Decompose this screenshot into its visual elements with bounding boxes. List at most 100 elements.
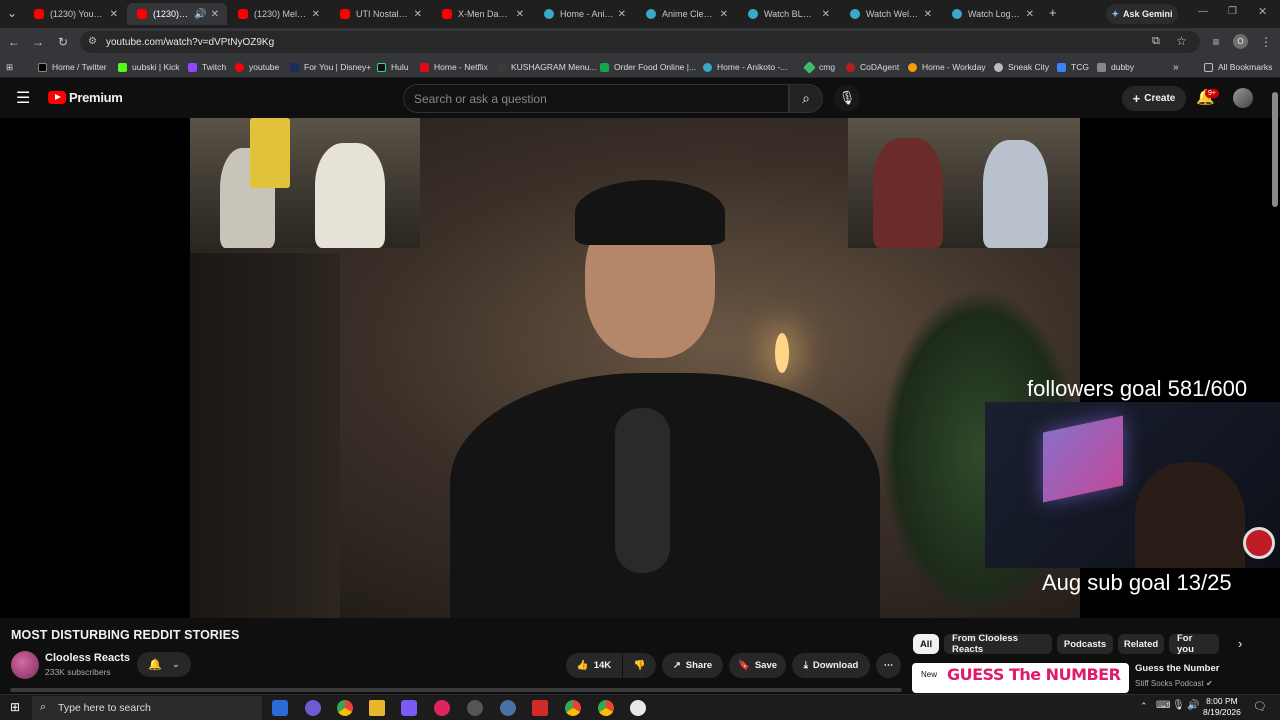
close-tab-icon[interactable]: ✕ <box>414 9 422 20</box>
volume-icon[interactable]: 🔊 <box>1187 700 1199 711</box>
browser-tab[interactable]: Anime Clevate ✕ <box>636 3 736 25</box>
chrome-icon[interactable] <box>598 700 614 716</box>
page-scrollbar[interactable] <box>1272 92 1278 207</box>
tray-chevron-icon[interactable]: ⌃ <box>1140 701 1148 712</box>
taskbar-search-input[interactable]: ⌕ Type here to search <box>32 696 262 720</box>
all-bookmarks-button[interactable]: All Bookmarks <box>1204 60 1272 74</box>
chip-for-you[interactable]: For you <box>1169 633 1219 655</box>
close-tab-icon[interactable]: ✕ <box>516 9 524 20</box>
chip-related[interactable]: Related <box>1118 634 1164 654</box>
browser-tab-active[interactable]: (1230) MOS 🔊 ✕ <box>127 3 227 25</box>
bookmark-item[interactable]: Twitch <box>188 60 226 74</box>
app-icon[interactable] <box>305 700 321 716</box>
close-tab-icon[interactable]: ✕ <box>618 9 626 20</box>
browser-tab[interactable]: Home - Anikoto ✕ <box>534 3 634 25</box>
network-icon[interactable]: ⌨ <box>1156 700 1170 711</box>
account-avatar[interactable] <box>1233 88 1253 108</box>
reload-icon[interactable]: ↻ <box>55 34 71 50</box>
recommendation-title[interactable]: Guess the Number <box>1135 663 1219 674</box>
new-tab-button[interactable]: + <box>1049 5 1057 20</box>
bookmark-item[interactable]: Order Food Online |... <box>600 60 696 74</box>
recommendation-channel[interactable]: Stiff Socks Podcast ✔ <box>1135 679 1213 688</box>
save-button[interactable]: 🔖 Save <box>729 653 786 678</box>
bookmark-item[interactable]: Home - Anikoto -... <box>703 60 787 74</box>
bookmark-item[interactable]: Sneak City <box>994 60 1049 74</box>
gamepad-icon[interactable] <box>401 700 417 716</box>
close-window-icon[interactable]: ✕ <box>1258 5 1267 18</box>
close-tab-icon[interactable]: ✕ <box>110 9 118 20</box>
menu-kebab-icon[interactable]: ⋮ <box>1258 34 1274 50</box>
bookmark-item[interactable]: Hulu <box>377 60 408 74</box>
chip-all[interactable]: All <box>913 634 939 654</box>
bookmark-item[interactable]: youtube <box>235 60 279 74</box>
bookmark-item[interactable]: uubski | Kick <box>118 60 180 74</box>
chrome-icon[interactable] <box>337 700 353 716</box>
browser-tab[interactable]: UTI Nostalgia F ✕ <box>330 3 430 25</box>
maximize-icon[interactable]: ❐ <box>1228 6 1237 17</box>
install-app-icon[interactable]: ⧉ <box>1152 35 1160 48</box>
share-button[interactable]: ↗ Share <box>662 653 723 678</box>
search-input[interactable]: Search or ask a question <box>403 84 789 113</box>
browser-tab[interactable]: Watch BLACK ✕ <box>738 3 838 25</box>
search-button[interactable]: ⌕ <box>789 84 823 113</box>
bookmark-item[interactable]: For You | Disney+ <box>290 60 371 74</box>
youtube-premium-logo[interactable]: Premium <box>48 90 123 105</box>
app-icon[interactable] <box>272 700 288 716</box>
windows-start-icon[interactable]: ⊞ <box>10 700 20 714</box>
close-tab-icon[interactable]: ✕ <box>822 9 830 20</box>
bookmark-item[interactable]: TCG <box>1057 60 1089 74</box>
chip-podcasts[interactable]: Podcasts <box>1057 634 1113 654</box>
browser-tab[interactable]: (1230) MellVer ✕ <box>228 3 328 25</box>
chips-next-icon[interactable]: › <box>1238 636 1242 651</box>
audio-icon[interactable]: 🔊 <box>194 9 206 20</box>
more-actions-button[interactable]: ⋯ <box>876 653 901 678</box>
download-button[interactable]: ⤓ Download <box>792 653 870 678</box>
mic-tray-icon[interactable]: 🎙 <box>1172 700 1185 711</box>
video-player[interactable]: followers goal 581/600 Aug sub goal 13/2… <box>0 118 1280 618</box>
browser-tab[interactable]: X-Men Days of ✕ <box>432 3 532 25</box>
minimize-icon[interactable]: — <box>1198 6 1208 17</box>
close-tab-icon[interactable]: ✕ <box>211 9 219 20</box>
close-tab-icon[interactable]: ✕ <box>312 9 320 20</box>
bookmark-star-icon[interactable]: ☆ <box>1176 34 1187 48</box>
bookmark-item[interactable]: dubby <box>1097 60 1134 74</box>
close-tab-icon[interactable]: ✕ <box>720 9 728 20</box>
profile-avatar[interactable]: O <box>1233 34 1248 49</box>
chip-from-channel[interactable]: From Clooless Reacts <box>944 633 1052 655</box>
channel-name[interactable]: Clooless Reacts <box>45 652 130 664</box>
tab-search-icon[interactable]: ⌄ <box>4 5 20 21</box>
close-tab-icon[interactable]: ✕ <box>1026 9 1034 20</box>
bookmark-item[interactable]: KUSHAGRAM Menu... <box>497 60 597 74</box>
voice-search-button[interactable]: 🎙 <box>834 85 860 111</box>
forward-icon[interactable]: → <box>30 34 46 50</box>
bookmark-item[interactable]: cmg <box>803 60 835 74</box>
hamburger-menu-icon[interactable]: ☰ <box>16 88 30 108</box>
clock-app-icon[interactable] <box>630 700 646 716</box>
app-icon[interactable] <box>500 700 516 716</box>
close-tab-icon[interactable]: ✕ <box>924 9 932 20</box>
back-icon[interactable]: ← <box>6 34 22 50</box>
browser-tab[interactable]: Watch Welcom ✕ <box>840 3 940 25</box>
channel-avatar[interactable] <box>11 651 39 679</box>
browser-tab[interactable]: Watch Log Ho ✕ <box>942 3 1042 25</box>
app-icon[interactable] <box>532 700 548 716</box>
ask-gemini-button[interactable]: ✦ Ask Gemini <box>1106 4 1178 24</box>
obs-icon[interactable] <box>467 700 483 716</box>
subscribed-button[interactable]: 🔔 ⌄ <box>137 652 191 677</box>
site-info-icon[interactable]: ⚙ <box>88 36 97 47</box>
bookmark-item[interactable]: Home - Workday <box>908 60 986 74</box>
browser-tab[interactable]: (1230) YouTube ✕ <box>24 3 126 25</box>
address-bar[interactable]: ⚙ youtube.com/watch?v=dVPtNyOZ9Kg ⧉ ☆ <box>80 31 1200 53</box>
system-clock[interactable]: 8:00 PM 8/19/2026 <box>1203 696 1241 718</box>
more-bookmarks-icon[interactable]: » <box>1173 60 1179 74</box>
bookmark-item[interactable]: Home / Twitter <box>38 60 107 74</box>
bookmark-item[interactable]: Home - Netflix <box>420 60 488 74</box>
bookmark-item[interactable]: CoDAgent <box>846 60 899 74</box>
media-controls-icon[interactable]: ≡ <box>1208 34 1224 50</box>
create-button[interactable]: + Create <box>1122 86 1186 111</box>
apps-grid-icon[interactable]: ⊞ <box>6 60 13 74</box>
dislike-button[interactable]: 👎 <box>623 653 656 678</box>
media-player-icon[interactable] <box>434 700 450 716</box>
notification-center-icon[interactable]: 🗨 <box>1253 700 1267 713</box>
recommendation-thumbnail[interactable]: New GUESS The NUMBER <box>912 663 1129 693</box>
